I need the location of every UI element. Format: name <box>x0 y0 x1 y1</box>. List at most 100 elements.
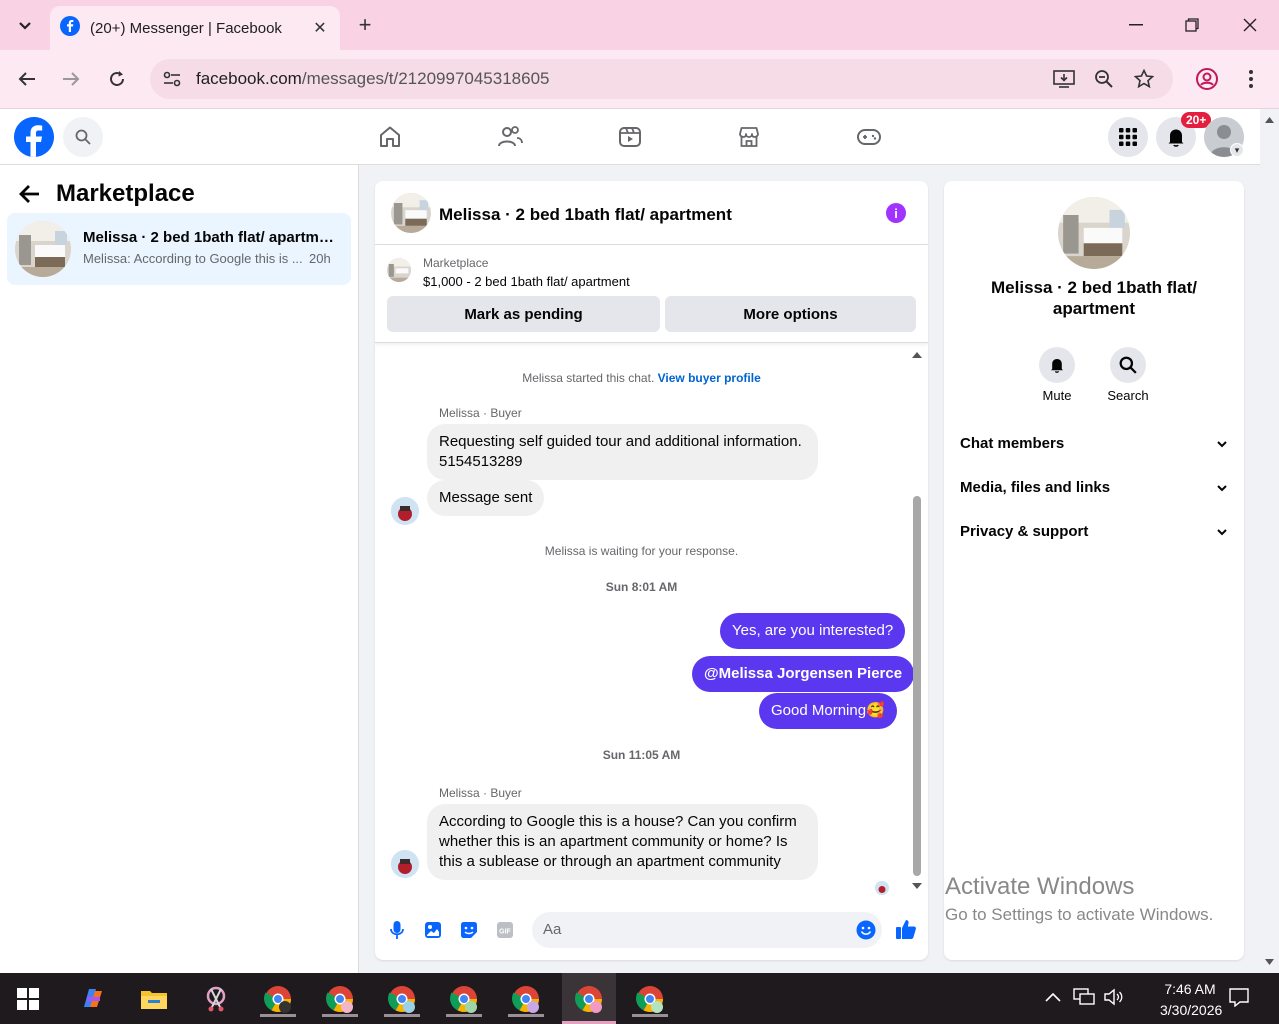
conversation-name: Melissa · 2 bed 1bath flat/ apartme... <box>83 229 338 246</box>
waiting-notice: Melissa is waiting for your response. <box>544 544 739 558</box>
chat-panel: Melissa · 2 bed 1bath flat/ apartment i … <box>375 181 928 960</box>
address-bar[interactable]: facebook.com/messages/t/2120997045318605 <box>150 59 1173 99</box>
sender-avatar <box>391 497 419 525</box>
restore-icon[interactable] <box>1172 10 1212 40</box>
facebook-logo-icon[interactable] <box>14 117 54 157</box>
reload-icon[interactable] <box>102 64 132 94</box>
panel-title: Marketplace <box>56 180 195 207</box>
friends-icon[interactable] <box>492 119 528 155</box>
site-settings-icon[interactable] <box>160 67 184 91</box>
chat-started-notice: Melissa started this chat. View buyer pr… <box>522 371 761 385</box>
running-indicator <box>260 1014 296 1017</box>
incoming-message[interactable]: According to Google this is a house? Can… <box>427 804 818 880</box>
listing-title[interactable]: $1,000 - 2 bed 1bath flat/ apartment <box>423 274 630 289</box>
system-clock[interactable]: 7:46 AM 3/30/2026 <box>1160 979 1222 1021</box>
install-app-icon[interactable] <box>1052 67 1076 91</box>
chrome-profile-2-icon[interactable] <box>322 981 358 1017</box>
search-conversation-button[interactable]: Search <box>1098 347 1158 403</box>
section-label: Media, files and links <box>960 478 1111 496</box>
incoming-message[interactable]: Message sent <box>427 480 545 516</box>
home-icon[interactable] <box>372 119 408 155</box>
tab-close-icon[interactable]: ✕ <box>310 18 330 38</box>
notification-center-icon[interactable] <box>1228 987 1250 1010</box>
back-arrow-icon[interactable] <box>18 182 44 208</box>
chat-title[interactable]: Melissa · 2 bed 1bath flat/ apartment <box>439 205 732 225</box>
marketplace-icon[interactable] <box>731 119 767 155</box>
outgoing-message[interactable]: Yes, are you interested? <box>720 613 906 649</box>
show-hidden-icons-chevron-icon[interactable] <box>1044 989 1062 1005</box>
emoji-icon[interactable] <box>856 920 876 940</box>
chevron-down-icon <box>1216 435 1228 452</box>
running-indicator <box>508 1014 544 1017</box>
media-files-links-section[interactable]: Media, files and links <box>960 473 1228 501</box>
volume-icon[interactable] <box>1103 988 1125 1009</box>
microphone-icon[interactable] <box>387 920 407 940</box>
windows-start-icon[interactable] <box>10 981 46 1017</box>
facebook-search-icon[interactable] <box>63 117 103 157</box>
sender-label: Melissa · Buyer <box>439 786 522 800</box>
tab-title: (20+) Messenger | Facebook <box>90 19 282 37</box>
sender-label: Melissa · Buyer <box>439 406 522 420</box>
search-label: Search <box>1107 388 1149 403</box>
photo-icon[interactable] <box>423 920 443 940</box>
thumbs-up-icon[interactable] <box>895 918 917 940</box>
copilot-icon[interactable] <box>74 981 110 1017</box>
chrome-profile-6-icon[interactable] <box>562 973 616 1024</box>
video-icon[interactable] <box>612 119 648 155</box>
account-chevron-down-icon[interactable]: ▾ <box>1230 143 1244 157</box>
snipping-tool-icon[interactable] <box>198 981 234 1017</box>
seen-avatar <box>875 881 889 895</box>
menu-grid-icon[interactable] <box>1108 117 1148 157</box>
chrome-profile-1-icon[interactable] <box>260 981 296 1017</box>
gaming-icon[interactable] <box>851 119 887 155</box>
clock-time: 7:46 AM <box>1164 981 1216 997</box>
listing-category: Marketplace <box>423 256 489 270</box>
chrome-profile-7-icon[interactable] <box>632 981 668 1017</box>
conversation-item[interactable]: Melissa · 2 bed 1bath flat/ apartme... M… <box>7 213 351 285</box>
more-options-button[interactable]: More options <box>665 296 916 332</box>
network-icon[interactable] <box>1073 988 1095 1009</box>
browser-tab-bar: (20+) Messenger | Facebook ✕ + <box>0 0 1279 50</box>
chrome-profile-4-icon[interactable] <box>446 981 482 1017</box>
message-thread: Melissa started this chat. View buyer pr… <box>375 344 928 899</box>
minimize-icon[interactable] <box>1116 10 1156 40</box>
browser-menu-icon[interactable] <box>1236 64 1266 94</box>
bookmark-star-icon[interactable] <box>1132 67 1156 91</box>
gif-icon[interactable]: GIF <box>495 920 515 940</box>
bell-icon <box>1039 347 1075 383</box>
page-scrollbar[interactable] <box>1260 109 1279 973</box>
chrome-profile-5-icon[interactable] <box>508 981 544 1017</box>
sender-avatar <box>391 850 419 878</box>
zoom-icon[interactable] <box>1092 67 1116 91</box>
privacy-support-section[interactable]: Privacy & support <box>960 517 1228 545</box>
facebook-favicon-icon <box>60 15 80 41</box>
mute-button[interactable]: Mute <box>1027 347 1087 403</box>
running-indicator <box>632 1014 668 1017</box>
outgoing-message[interactable]: @Melissa Jorgensen Pierce <box>692 656 915 692</box>
listing-card: Marketplace $1,000 - 2 bed 1bath flat/ a… <box>375 245 928 343</box>
browser-tab[interactable]: (20+) Messenger | Facebook ✕ <box>50 6 340 50</box>
listing-thumbnail <box>387 258 411 282</box>
message-input[interactable]: Aa <box>532 912 882 948</box>
outgoing-message[interactable]: Good Morning🥰 <box>759 693 897 729</box>
tab-search-dropdown-icon[interactable] <box>8 9 42 43</box>
forward-arrow-icon[interactable] <box>56 64 86 94</box>
running-indicator <box>322 1014 358 1017</box>
sticker-icon[interactable] <box>459 920 479 940</box>
file-explorer-icon[interactable] <box>136 981 172 1017</box>
view-buyer-profile-link[interactable]: View buyer profile <box>658 371 761 385</box>
mark-as-pending-button[interactable]: Mark as pending <box>387 296 660 332</box>
chat-members-section[interactable]: Chat members <box>960 429 1228 457</box>
chat-avatar[interactable] <box>391 193 431 233</box>
profile-icon[interactable] <box>1192 64 1222 94</box>
conversation-time: 20h <box>309 251 331 266</box>
chrome-profile-3-icon[interactable] <box>384 981 420 1017</box>
close-window-icon[interactable] <box>1230 10 1270 40</box>
back-arrow-icon[interactable] <box>12 64 42 94</box>
info-icon[interactable]: i <box>886 203 906 223</box>
section-label: Privacy & support <box>960 522 1089 540</box>
running-indicator <box>446 1014 482 1017</box>
new-tab-icon[interactable]: + <box>352 12 378 38</box>
scrollbar-thumb[interactable] <box>913 496 921 876</box>
incoming-message[interactable]: Requesting self guided tour and addition… <box>427 424 818 480</box>
